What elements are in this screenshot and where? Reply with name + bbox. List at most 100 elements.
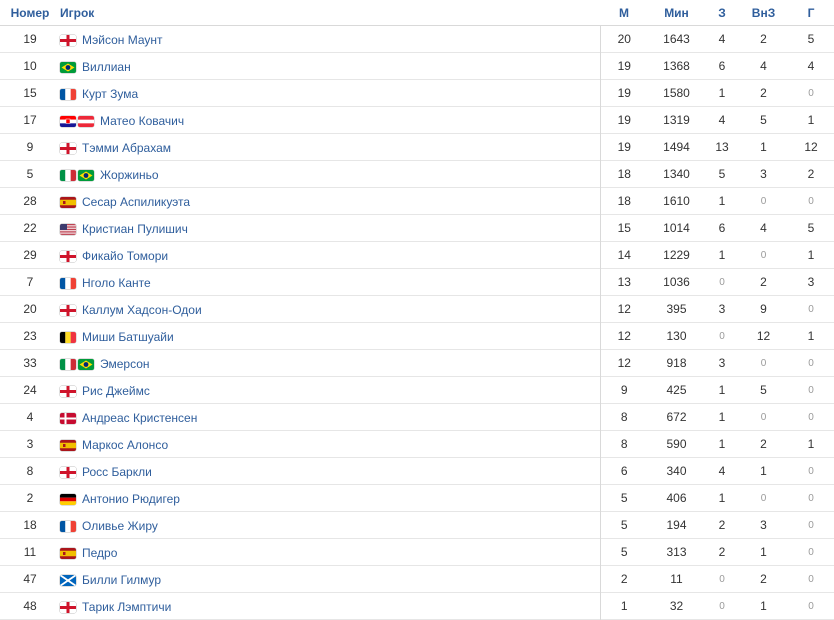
header-matches[interactable]: М bbox=[600, 0, 648, 26]
player-row[interactable]: 9 Тэмми Абрахам 19 1494 13 1 12 bbox=[0, 133, 834, 161]
header-goals[interactable]: З bbox=[705, 0, 739, 26]
substitutions-cell: 0 bbox=[760, 492, 767, 504]
nationality-flags bbox=[60, 113, 96, 127]
minutes-cell: 918 bbox=[666, 356, 687, 370]
player-name-link[interactable]: Антонио Рюдигер bbox=[82, 491, 180, 505]
belgium-flag-icon bbox=[60, 331, 76, 343]
player-name-link[interactable]: Рис Джеймс bbox=[82, 383, 150, 397]
player-name-link[interactable]: Кристиан Пулишич bbox=[82, 221, 188, 235]
header-player[interactable]: Игрок bbox=[60, 0, 600, 26]
substitutions-cell: 0 bbox=[760, 357, 767, 369]
matches-cell: 20 bbox=[599, 25, 648, 53]
header-assists[interactable]: Г bbox=[788, 0, 834, 26]
player-name-link[interactable]: Мэйсон Маунт bbox=[82, 32, 163, 46]
player-name-link[interactable]: Миши Батшуайи bbox=[82, 329, 174, 343]
header-minutes[interactable]: Мин bbox=[648, 0, 705, 26]
player-name-link[interactable]: Тэмми Абрахам bbox=[82, 140, 171, 154]
matches-cell: 5 bbox=[599, 511, 648, 539]
header-substitutions[interactable]: ВнЗ bbox=[739, 0, 788, 26]
nationality-flags bbox=[60, 167, 96, 181]
italy-flag-icon bbox=[60, 358, 76, 370]
substitutions-cell: 9 bbox=[760, 302, 767, 316]
player-name-link[interactable]: Билли Гилмур bbox=[82, 572, 161, 586]
nationality-flags bbox=[60, 572, 78, 586]
nationality-flags bbox=[60, 302, 78, 316]
player-cell: Мэйсон Маунт bbox=[60, 26, 600, 53]
player-row[interactable]: 17 Матео Ковачич 19 1319 4 5 1 bbox=[0, 106, 834, 134]
player-row[interactable]: 3 Маркос Алонсо 8 590 1 2 1 bbox=[0, 430, 834, 458]
player-name-link[interactable]: Педро bbox=[82, 545, 117, 559]
player-name-link[interactable]: Каллум Хадсон-Одои bbox=[82, 302, 202, 316]
player-number: 4 bbox=[26, 410, 34, 424]
player-row[interactable]: 4 Андреас Кристенсен 8 672 1 0 0 bbox=[0, 403, 834, 431]
goals-cell: 3 bbox=[718, 356, 726, 370]
player-name-link[interactable]: Росс Баркли bbox=[82, 464, 152, 478]
player-name-link[interactable]: Жоржиньо bbox=[100, 167, 159, 181]
player-cell: Маркос Алонсо bbox=[60, 431, 600, 458]
player-name-link[interactable]: Оливье Жиру bbox=[82, 518, 158, 532]
player-name-link[interactable]: Андреас Кристенсен bbox=[82, 410, 197, 424]
player-row[interactable]: 2 Антонио Рюдигер 5 406 1 0 0 bbox=[0, 484, 834, 512]
goals-cell: 0 bbox=[719, 573, 725, 585]
nationality-flags bbox=[60, 464, 78, 478]
assists-cell: 0 bbox=[808, 87, 814, 99]
player-row[interactable]: 7 Нголо Канте 13 1036 0 2 3 bbox=[0, 268, 834, 296]
player-row[interactable]: 15 Курт Зума 19 1580 1 2 0 bbox=[0, 79, 834, 107]
header-number[interactable]: Номер bbox=[0, 0, 60, 26]
assists-cell: 0 bbox=[808, 303, 814, 315]
player-name-link[interactable]: Эмерсон bbox=[100, 356, 150, 370]
player-cell: Кристиан Пулишич bbox=[60, 215, 600, 242]
player-row[interactable]: 48 Тарик Лэмптичи 1 32 0 1 0 bbox=[0, 592, 834, 620]
player-row[interactable]: 19 Мэйсон Маунт 20 1643 4 2 5 bbox=[0, 25, 834, 53]
england-flag-icon bbox=[60, 304, 76, 316]
player-name-link[interactable]: Матео Ковачич bbox=[100, 113, 184, 127]
player-name-link[interactable]: Тарик Лэмптичи bbox=[82, 599, 171, 613]
player-number: 17 bbox=[23, 113, 37, 127]
player-row[interactable]: 8 Росс Баркли 6 340 4 1 0 bbox=[0, 457, 834, 485]
player-row[interactable]: 47 Билли Гилмур 2 11 0 2 0 bbox=[0, 565, 834, 593]
player-name-link[interactable]: Сесар Аспиликуэта bbox=[82, 194, 190, 208]
player-row[interactable]: 28 Сесар Аспиликуэта 18 1610 1 0 0 bbox=[0, 187, 834, 215]
player-row[interactable]: 18 Оливье Жиру 5 194 2 3 0 bbox=[0, 511, 834, 539]
player-row[interactable]: 33 Эмерсон 12 918 3 0 0 bbox=[0, 349, 834, 377]
player-number: 3 bbox=[26, 437, 34, 451]
player-name-link[interactable]: Маркос Алонсо bbox=[82, 437, 168, 451]
goals-cell: 6 bbox=[718, 221, 726, 235]
substitutions-cell: 2 bbox=[760, 86, 767, 100]
player-name-link[interactable]: Курт Зума bbox=[82, 86, 138, 100]
nationality-flags bbox=[60, 32, 78, 46]
substitutions-cell: 1 bbox=[760, 464, 767, 478]
player-row[interactable]: 5 Жоржиньо 18 1340 5 3 2 bbox=[0, 160, 834, 188]
minutes-cell: 672 bbox=[666, 410, 687, 424]
spain-flag-icon bbox=[60, 196, 76, 208]
player-cell: Билли Гилмур bbox=[60, 566, 600, 593]
assists-cell: 0 bbox=[808, 195, 814, 207]
player-name-link[interactable]: Фикайо Томори bbox=[82, 248, 168, 262]
nationality-flags bbox=[60, 140, 78, 154]
assists-cell: 1 bbox=[807, 329, 815, 343]
substitutions-cell: 1 bbox=[760, 140, 767, 154]
goals-cell: 0 bbox=[719, 330, 725, 342]
germany-flag-icon bbox=[60, 493, 76, 505]
header-row: Номер Игрок М Мин З ВнЗ Г bbox=[0, 0, 834, 26]
player-cell: Жоржиньо bbox=[60, 161, 600, 188]
player-row[interactable]: 20 Каллум Хадсон-Одои 12 395 3 9 0 bbox=[0, 295, 834, 323]
minutes-cell: 395 bbox=[666, 302, 687, 316]
goals-cell: 5 bbox=[718, 167, 726, 181]
player-row[interactable]: 11 Педро 5 313 2 1 0 bbox=[0, 538, 834, 566]
substitutions-cell: 5 bbox=[760, 113, 767, 127]
assists-cell: 1 bbox=[807, 113, 815, 127]
minutes-cell: 1229 bbox=[663, 248, 690, 262]
player-cell: Оливье Жиру bbox=[60, 512, 600, 539]
player-row[interactable]: 10 Виллиан 19 1368 6 4 4 bbox=[0, 52, 834, 80]
assists-cell: 0 bbox=[808, 600, 814, 612]
player-name-link[interactable]: Нголо Канте bbox=[82, 275, 151, 289]
player-row[interactable]: 23 Миши Батшуайи 12 130 0 12 1 bbox=[0, 322, 834, 350]
player-name-link[interactable]: Виллиан bbox=[82, 59, 131, 73]
matches-cell: 15 bbox=[599, 214, 648, 242]
substitutions-cell: 4 bbox=[760, 221, 767, 235]
player-row[interactable]: 22 Кристиан Пулишич 15 1014 6 4 5 bbox=[0, 214, 834, 242]
player-row[interactable]: 29 Фикайо Томори 14 1229 1 0 1 bbox=[0, 241, 834, 269]
spain-flag-icon bbox=[60, 439, 76, 451]
player-row[interactable]: 24 Рис Джеймс 9 425 1 5 0 bbox=[0, 376, 834, 404]
